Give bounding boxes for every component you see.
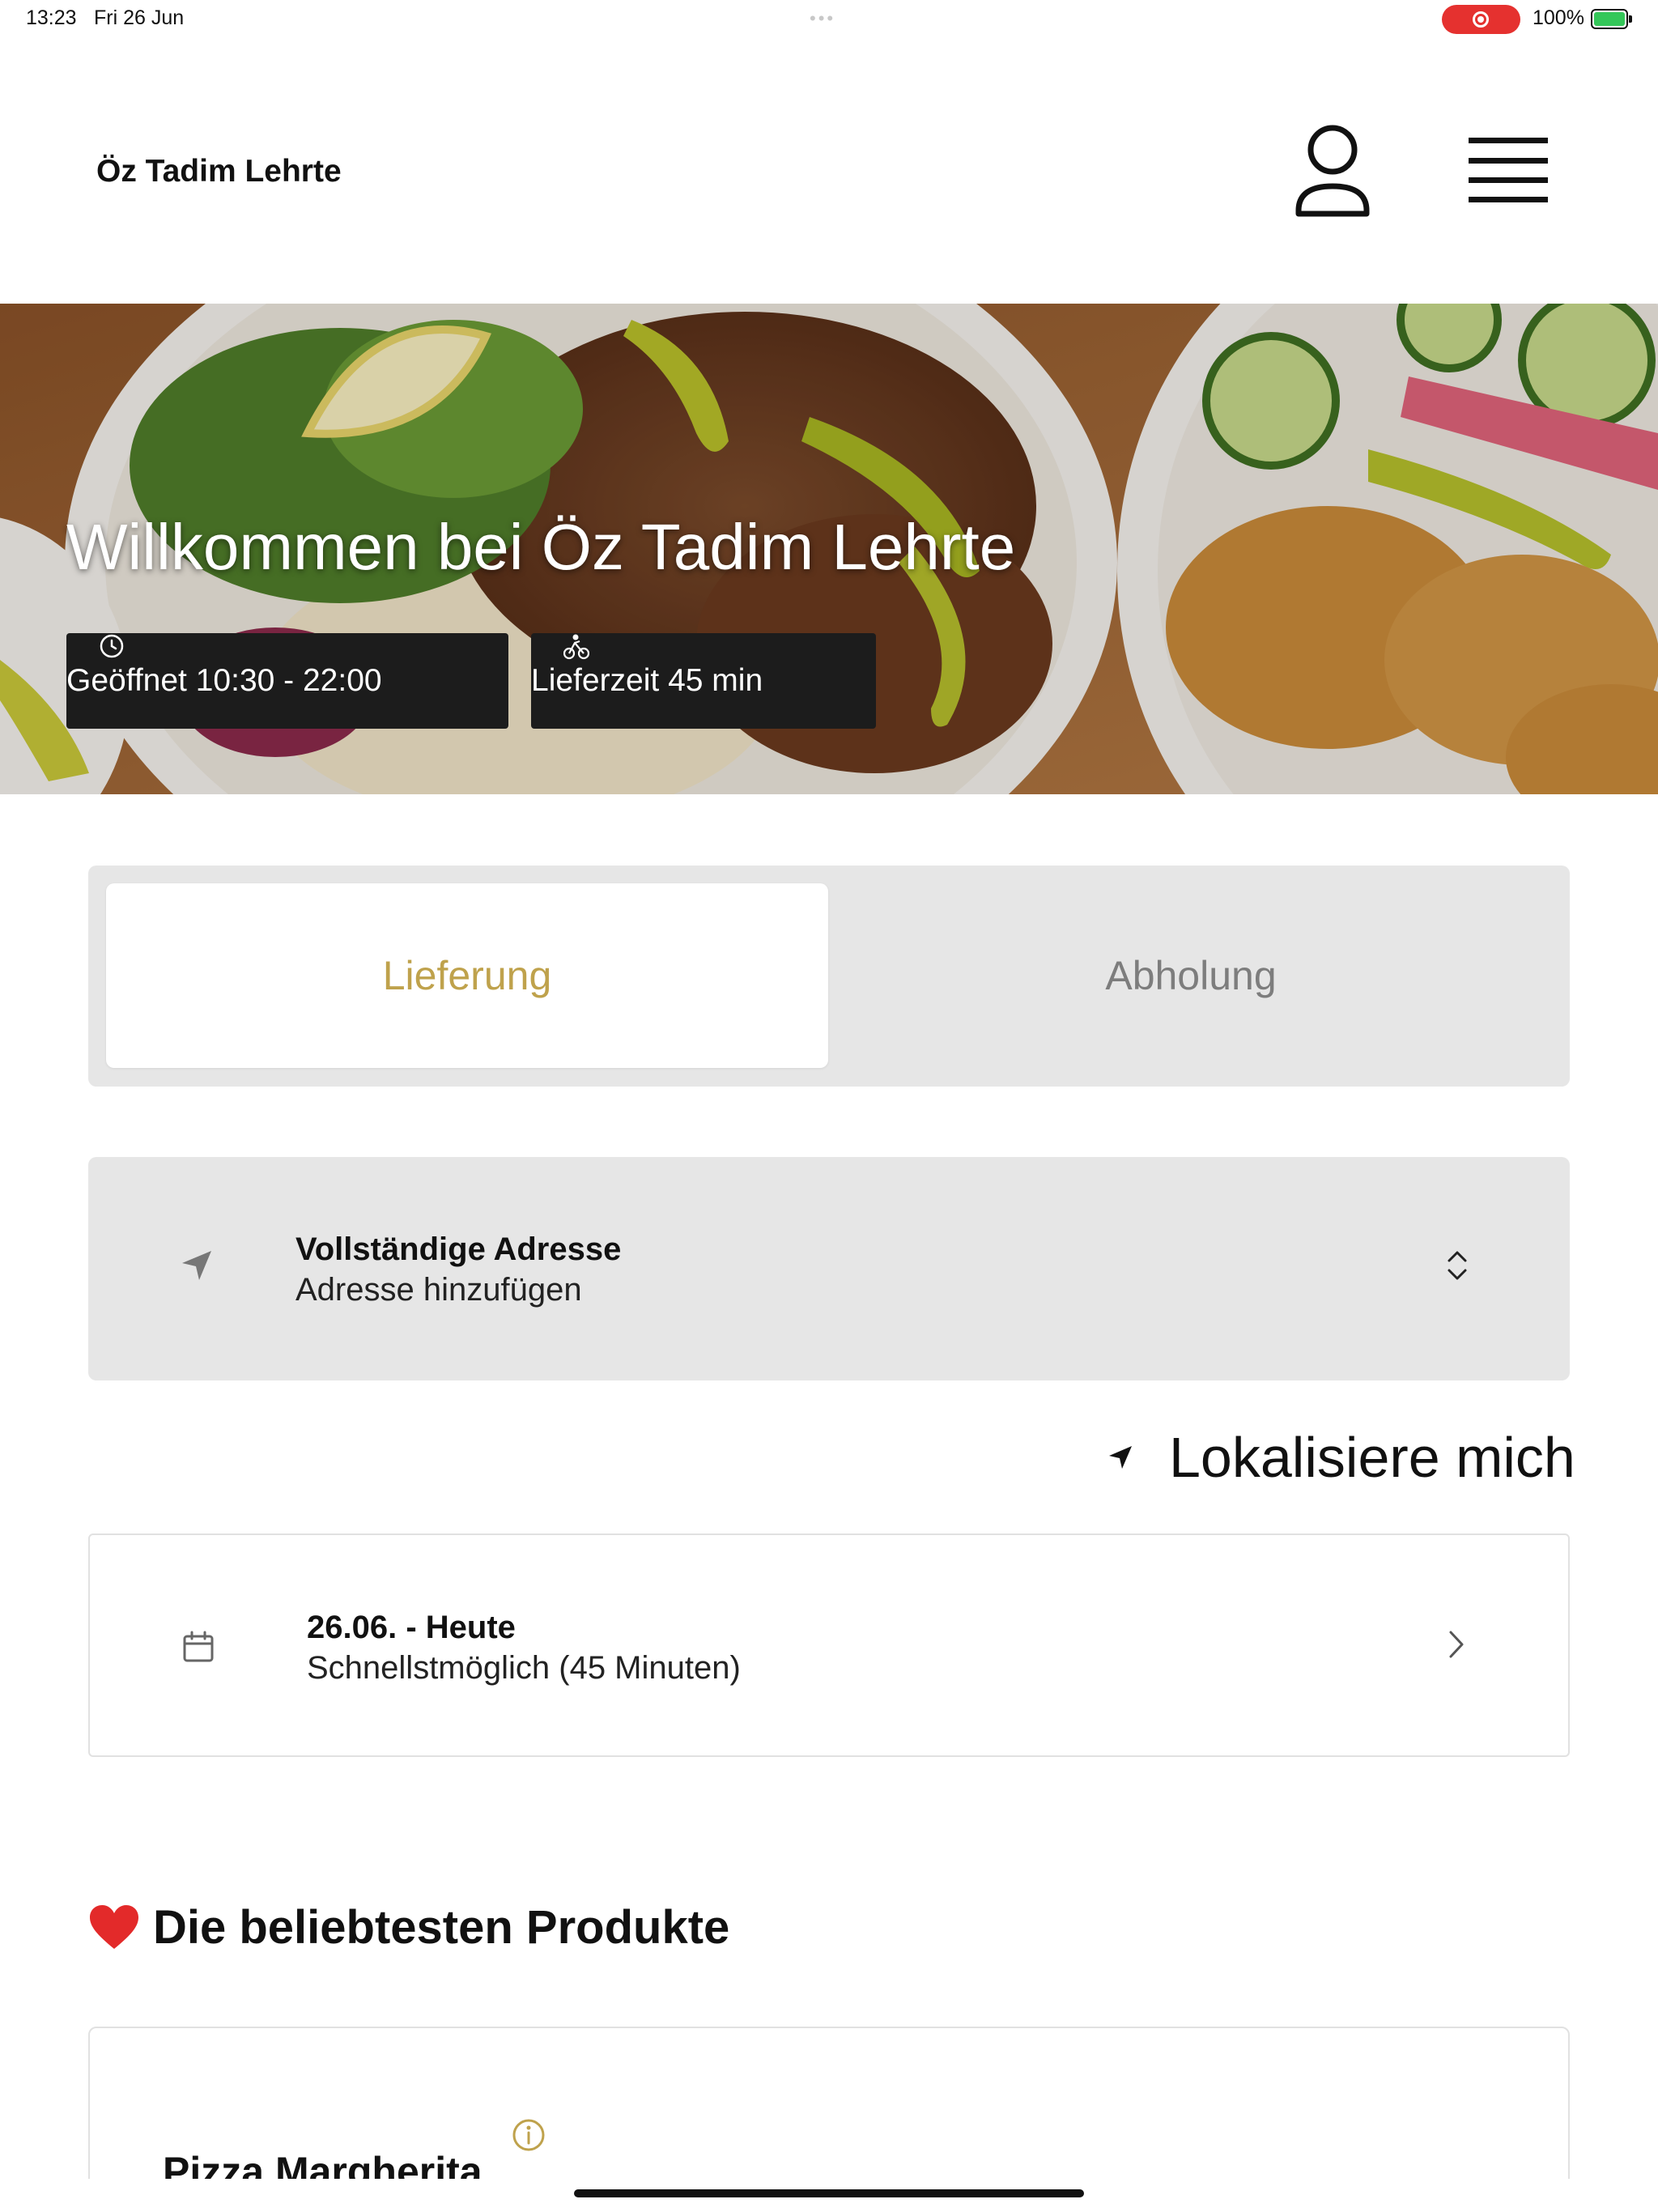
- clock-icon: [100, 634, 124, 658]
- delivery-time-selector[interactable]: 26.06. - Heute Schnellstmöglich (45 Minu…: [88, 1534, 1570, 1757]
- status-date: Fri 26 Jun: [94, 6, 185, 29]
- chevron-right-icon: [1449, 1631, 1464, 1658]
- tab-pickup[interactable]: Abholung: [830, 883, 1552, 1068]
- address-label: Vollständige Adresse: [295, 1231, 622, 1267]
- battery-percentage: 100%: [1533, 6, 1584, 29]
- home-indicator[interactable]: [574, 2189, 1084, 2197]
- locate-me-button[interactable]: Lokalisiere mich: [1107, 1425, 1575, 1490]
- battery-icon: [1591, 9, 1632, 29]
- tab-delivery[interactable]: Lieferung: [106, 883, 828, 1068]
- delivery-time-option: Schnellstmöglich (45 Minuten): [307, 1650, 741, 1686]
- locate-me-label: Lokalisiere mich: [1169, 1426, 1575, 1489]
- info-icon[interactable]: [511, 2117, 546, 2153]
- calendar-icon: [183, 1631, 214, 1662]
- account-button[interactable]: [1292, 123, 1373, 220]
- delivery-time-text: Lieferzeit 45 min: [531, 663, 763, 698]
- section-title: Die beliebtesten Produkte: [153, 1900, 730, 1954]
- status-bar: 13:23 Fri 26 Jun ••• 100%: [0, 0, 1658, 39]
- hamburger-menu-icon: [1469, 138, 1548, 202]
- bicycle-courier-icon: [563, 634, 589, 660]
- delivery-date: 26.06. - Heute: [307, 1610, 516, 1645]
- address-value: Adresse hinzufügen: [295, 1272, 582, 1308]
- heart-icon: [90, 1905, 138, 1949]
- opening-hours-badge: Geöffnet 10:30 - 22:00: [66, 633, 508, 729]
- order-mode-tabs: Lieferung Abholung: [88, 866, 1570, 1087]
- screen-recording-icon: [1442, 5, 1520, 34]
- location-arrow-icon: [1109, 1446, 1132, 1469]
- hero-banner: Willkommen bei Öz Tadim Lehrte Geöffnet …: [0, 304, 1658, 794]
- address-selector[interactable]: Vollständige Adresse Adresse hinzufügen: [88, 1157, 1570, 1380]
- opening-hours-text: Geöffnet 10:30 - 22:00: [66, 663, 382, 698]
- menu-button[interactable]: [1462, 130, 1553, 211]
- multitasking-dots-icon[interactable]: •••: [810, 8, 835, 29]
- restaurant-name[interactable]: Öz Tadim Lehrte: [96, 154, 342, 189]
- delivery-time-badge: Lieferzeit 45 min: [531, 633, 876, 729]
- status-time: 13:23: [26, 6, 77, 29]
- popular-products-header: Die beliebtesten Produkte: [88, 1899, 729, 1955]
- hero-title: Willkommen bei Öz Tadim Lehrte: [66, 511, 1016, 583]
- chevron-up-down-icon: [1448, 1251, 1467, 1280]
- location-arrow-icon: [182, 1251, 211, 1280]
- user-icon: [1295, 125, 1370, 217]
